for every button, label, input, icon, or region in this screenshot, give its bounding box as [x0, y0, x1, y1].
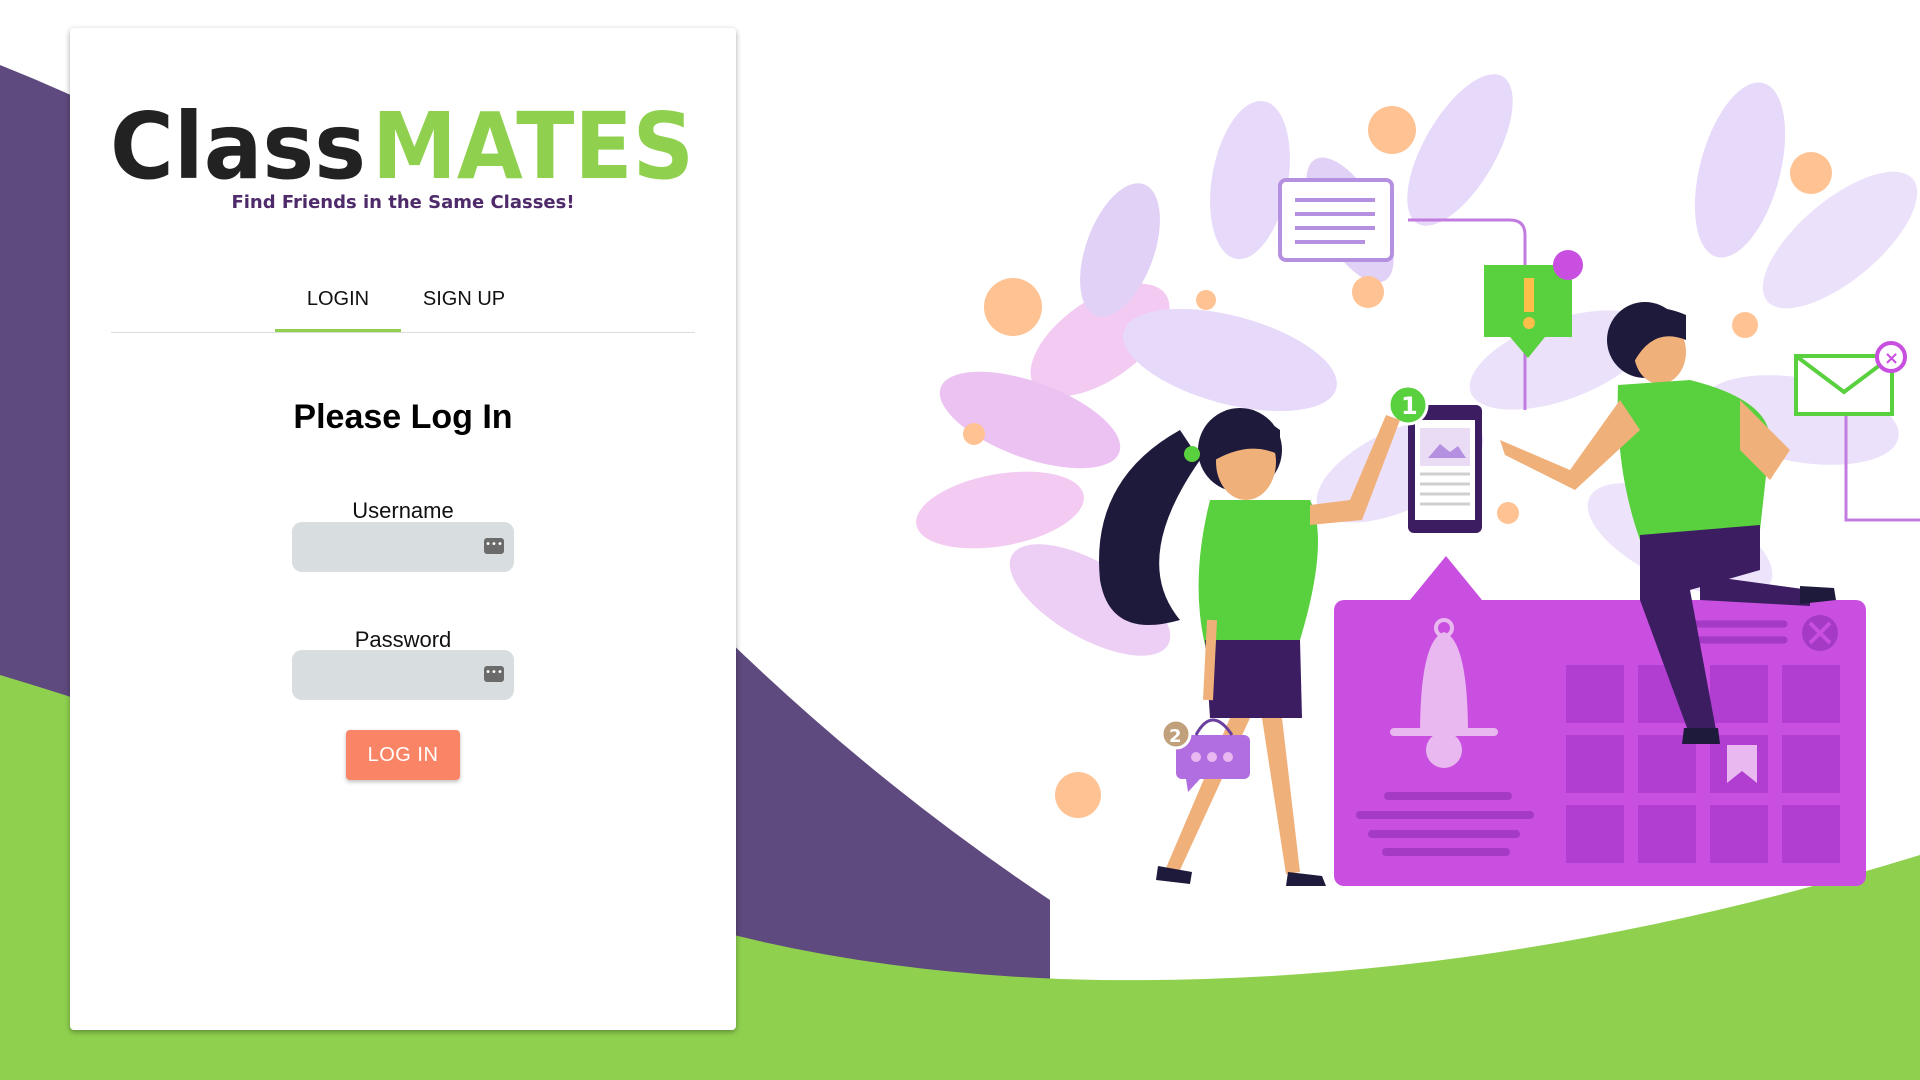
notification-board: [1334, 556, 1866, 886]
tagline: Find Friends in the Same Classes!: [231, 192, 575, 213]
message-card-icon: [1278, 178, 1394, 262]
svg-text:2: 2: [1169, 726, 1182, 747]
mail-icon: ×: [1794, 341, 1907, 416]
classmates-logo: Class MATES: [110, 93, 694, 196]
svg-text:1: 1: [1401, 392, 1418, 420]
username-field[interactable]: [292, 522, 514, 572]
tab-sign-up[interactable]: SIGN UP: [401, 260, 527, 330]
password-field[interactable]: [292, 650, 514, 700]
username-label: Username: [352, 498, 454, 523]
login-button[interactable]: LOG IN: [346, 730, 460, 780]
password-manager-key-icon[interactable]: •••: [484, 538, 504, 554]
hero-illustration: × 1 2: [916, 74, 1920, 886]
password-manager-key-icon[interactable]: •••: [484, 666, 504, 682]
svg-text:×: ×: [1884, 348, 1899, 369]
logo-text-class: Class: [110, 93, 366, 196]
logo-text-mates: MATES: [372, 93, 694, 196]
login-card: Class MATES Find Friends in the Same Cla…: [70, 28, 736, 1030]
auth-tabs: LOGIN SIGN UP: [111, 260, 695, 333]
tab-login[interactable]: LOGIN: [275, 260, 401, 332]
tablet-icon: [1408, 405, 1482, 533]
page-title: Please Log In: [293, 398, 513, 436]
